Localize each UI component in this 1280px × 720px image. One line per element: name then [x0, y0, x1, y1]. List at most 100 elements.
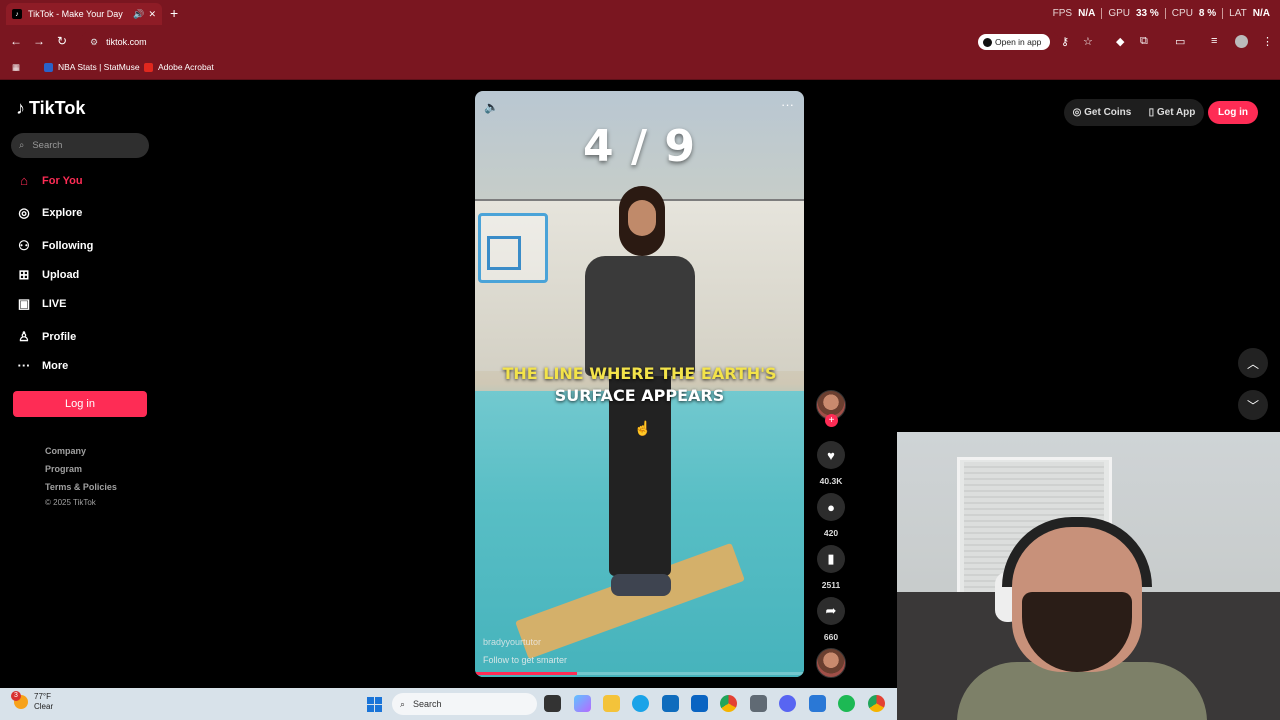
following-icon: ⚇: [18, 238, 30, 253]
comment-button[interactable]: ●: [817, 493, 845, 521]
video-counter-text: 4 / 9: [583, 121, 696, 172]
header-login-button[interactable]: Log in: [1208, 101, 1258, 124]
site-info-icon[interactable]: ⚙: [90, 37, 98, 48]
next-video-button[interactable]: ﹀: [1238, 390, 1268, 420]
footer-link-company[interactable]: Company: [45, 446, 86, 456]
weather-desc: Clear: [34, 702, 54, 711]
share-arrow-icon: ➦: [825, 603, 837, 618]
chrome-icon[interactable]: [720, 695, 737, 712]
back-arrow-icon[interactable]: ←: [10, 34, 22, 48]
video-username[interactable]: bradyyourtutor: [483, 637, 541, 647]
new-tab-button[interactable]: +: [170, 5, 178, 21]
follow-plus-icon[interactable]: +: [825, 414, 838, 427]
lat-label: LAT: [1229, 8, 1247, 19]
performance-overlay: FPS N/A GPU 33 % CPU 8 % LAT N/A: [1053, 8, 1270, 19]
profile-icon: ♙: [18, 329, 30, 344]
apps-grid-icon[interactable]: ▦: [12, 62, 20, 73]
lat-value: N/A: [1252, 8, 1270, 19]
sidebar-item-for-you[interactable]: ⌂ For You: [16, 173, 82, 188]
extension-diamond-icon[interactable]: ◆: [1116, 35, 1124, 48]
sidebar-item-following[interactable]: ⚇ Following: [16, 238, 93, 254]
edge-icon[interactable]: [632, 695, 649, 712]
footer-link-terms[interactable]: Terms & Policies: [45, 482, 117, 492]
open-in-app-button[interactable]: Open in app: [978, 34, 1050, 50]
save-count: 2511: [821, 580, 841, 590]
sidebar-item-more[interactable]: ··· More: [16, 358, 69, 373]
copilot-icon[interactable]: [574, 695, 591, 712]
task-view-icon[interactable]: [544, 695, 561, 712]
reload-icon[interactable]: ↻: [57, 34, 67, 48]
tab-title: TikTok - Make Your Day: [28, 9, 123, 19]
video-player[interactable]: 4 / 9 THE LINE WHERE THE EARTH'S SURFACE…: [475, 91, 804, 677]
sidebar-login-button[interactable]: Log in: [13, 391, 147, 417]
browser-menu-icon[interactable]: ⋮: [1262, 35, 1273, 48]
browser-profile-avatar[interactable]: [1235, 35, 1248, 48]
bookmark-acrobat[interactable]: Adobe Acrobat: [144, 62, 214, 72]
share-button[interactable]: ➦: [817, 597, 845, 625]
search-icon: ⌕: [400, 698, 406, 709]
calculator-icon[interactable]: [750, 695, 767, 712]
copyright-text: © 2025 TikTok: [45, 498, 96, 507]
upload-icon: ⊞: [18, 267, 30, 282]
get-coins-button[interactable]: ◎ Get Coins: [1073, 107, 1132, 118]
live-icon: ▣: [17, 296, 31, 311]
password-key-icon[interactable]: ⚷: [1061, 35, 1069, 48]
cast-icon[interactable]: ▭: [1175, 35, 1185, 48]
search-input[interactable]: ⌕ Search: [11, 133, 149, 158]
fps-value: N/A: [1078, 8, 1096, 19]
reading-list-icon[interactable]: ≡: [1211, 35, 1217, 47]
vscode-icon[interactable]: [809, 695, 826, 712]
outlook-icon[interactable]: [691, 695, 708, 712]
file-explorer-icon[interactable]: [603, 695, 620, 712]
webcam-overlay: [897, 432, 1280, 720]
phone-icon: ▯: [1148, 107, 1155, 118]
chrome-active-icon[interactable]: [868, 695, 885, 712]
cpu-value: 8 %: [1198, 8, 1217, 19]
sidebar-item-label: Profile: [42, 331, 77, 343]
video-follow-text: Follow to get smarter: [483, 655, 568, 665]
forward-arrow-icon[interactable]: →: [33, 34, 45, 48]
video-more-icon[interactable]: ···: [781, 97, 794, 112]
volume-icon[interactable]: 🔈: [484, 100, 499, 114]
video-progress-bar[interactable]: [475, 672, 804, 675]
coin-icon: ◎: [1072, 107, 1082, 118]
sidebar-item-profile[interactable]: ♙ Profile: [16, 329, 76, 345]
tiktok-favicon-icon: ♪: [12, 9, 22, 19]
url-field[interactable]: ⚙ tiktok.com: [80, 31, 1060, 53]
like-button[interactable]: ♥: [817, 441, 845, 469]
bookmark-statmuse[interactable]: NBA Stats | StatMuse: [44, 62, 140, 72]
get-app-button[interactable]: ▯ Get App: [1149, 107, 1196, 118]
bookmark-star-icon[interactable]: ☆: [1083, 35, 1093, 48]
browser-tab[interactable]: ♪ TikTok - Make Your Day 🔊 ✕: [6, 3, 162, 25]
sound-avatar[interactable]: [816, 648, 846, 678]
save-button[interactable]: ▮: [817, 545, 845, 573]
like-count: 40.3K: [819, 476, 843, 486]
browser-tab-bar: ♪ TikTok - Make Your Day 🔊 ✕ + FPS N/A G…: [0, 0, 1280, 28]
logo-text: TikTok: [29, 98, 86, 118]
tab-audio-icon[interactable]: 🔊: [133, 9, 144, 20]
taskbar-search-label: Search: [413, 699, 442, 709]
footer-link-program[interactable]: Program: [45, 464, 82, 474]
spotify-icon[interactable]: [838, 695, 855, 712]
bookmark-icon: ▮: [827, 551, 835, 566]
tiktok-logo[interactable]: ♪ TikTok: [16, 98, 85, 119]
chevron-down-icon: ﹀: [1246, 398, 1259, 413]
compass-icon: ◎: [18, 205, 30, 220]
store-icon[interactable]: [662, 695, 679, 712]
sidebar-item-label: Upload: [42, 269, 80, 281]
sidebar-item-label: LIVE: [42, 298, 67, 310]
basketball-hoop: [478, 213, 548, 283]
discord-icon[interactable]: [779, 695, 796, 712]
taskbar-search[interactable]: ⌕ Search: [392, 693, 537, 715]
tab-close-icon[interactable]: ✕: [148, 9, 156, 20]
previous-video-button[interactable]: ︿: [1238, 348, 1268, 378]
extensions-puzzle-icon[interactable]: ⧉: [1140, 35, 1148, 48]
sidebar-item-upload[interactable]: ⊞ Upload: [16, 267, 80, 283]
sidebar-item-explore[interactable]: ◎ Explore: [16, 205, 82, 221]
tiktok-logo-icon: [983, 37, 992, 47]
weather-widget[interactable]: 3 77°F Clear: [11, 691, 54, 712]
notification-badge: 3: [11, 691, 21, 701]
sidebar-item-live[interactable]: ▣ LIVE: [16, 296, 67, 312]
hand-cursor-icon: ☝: [634, 420, 652, 436]
windows-start-icon[interactable]: [367, 697, 382, 712]
